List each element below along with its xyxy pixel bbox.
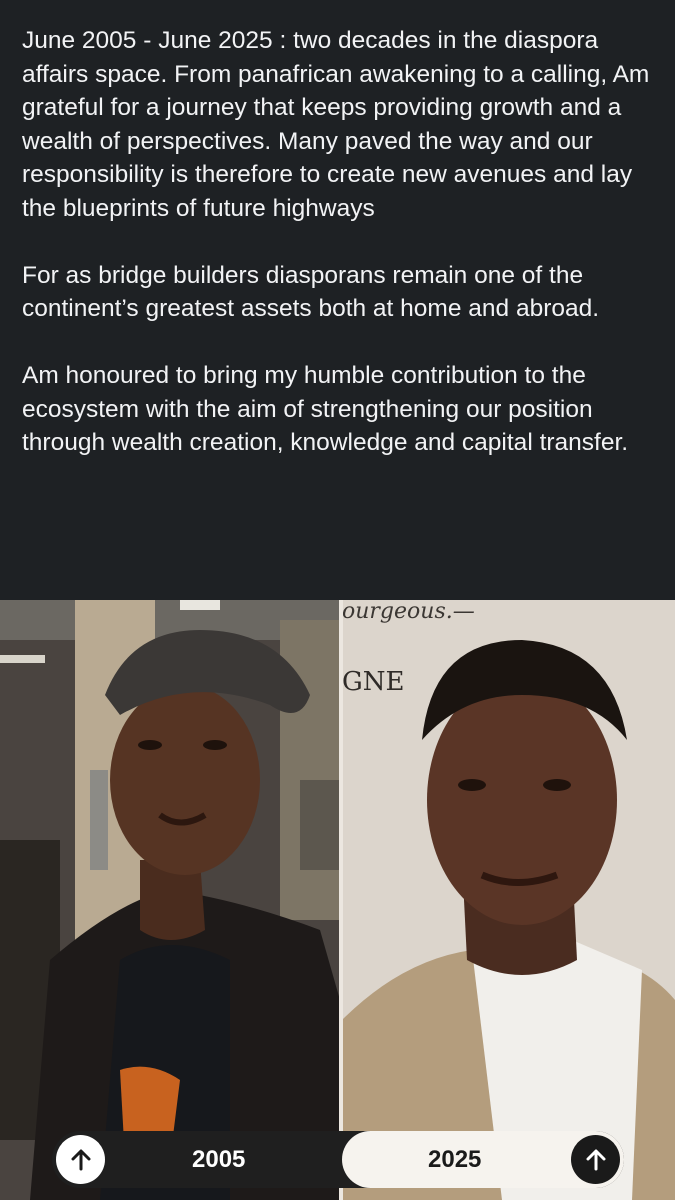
comparison-divider-handle[interactable]: [339, 600, 343, 1200]
photo-2005: [0, 600, 340, 1200]
photo-2025: ourgeous.— GNE: [342, 600, 675, 1200]
toggle-2005-label: 2005: [192, 1145, 246, 1173]
arrow-up-icon[interactable]: [571, 1135, 620, 1184]
toggle-2005[interactable]: 2005: [52, 1131, 342, 1188]
post-paragraph-2: For as bridge builders diasporans remain…: [22, 261, 600, 323]
backdrop-text-gne: GNE: [342, 667, 405, 697]
year-toggle[interactable]: 2005 2025: [52, 1131, 624, 1188]
arrow-up-icon[interactable]: [56, 1135, 105, 1184]
post-text: June 2005 - June 2025 : two decades in t…: [22, 24, 662, 493]
toggle-2025-label: 2025: [428, 1145, 482, 1173]
toggle-2025[interactable]: 2025: [342, 1131, 624, 1188]
post-paragraph-1: June 2005 - June 2025 : two decades in t…: [22, 27, 650, 222]
comparison-image[interactable]: ourgeous.— GNE 2005 2025: [0, 600, 675, 1200]
post-paragraph-3: Am honoured to bring my humble contribut…: [22, 362, 629, 456]
backdrop-text-top: ourgeous.—: [342, 600, 475, 624]
